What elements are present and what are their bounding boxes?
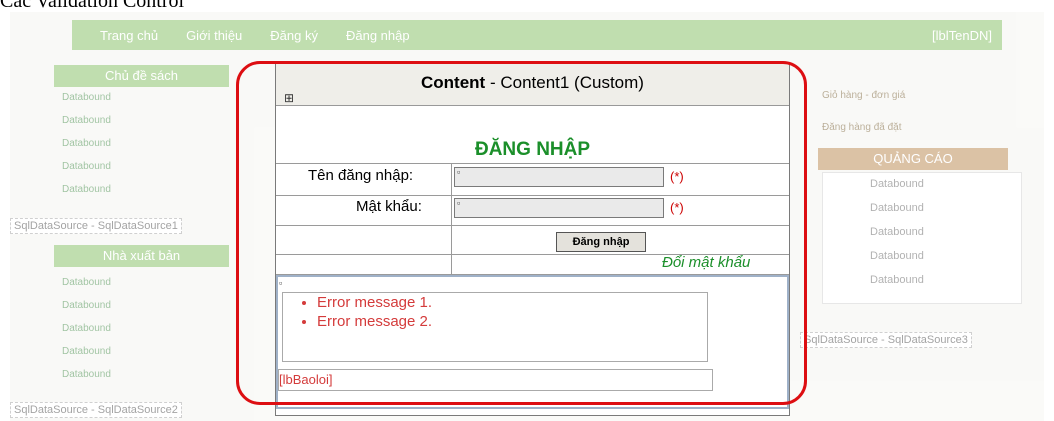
publisher-databound-5: Databound xyxy=(62,369,111,380)
publisher-box-title: Nhà xuất bản xyxy=(54,245,229,267)
publisher-databound-3: Databound xyxy=(62,323,111,334)
topic-databound-3: Databound xyxy=(62,138,111,149)
nav-item-register[interactable]: Đăng ký xyxy=(270,28,318,43)
publisher-databound-2: Databound xyxy=(62,300,111,311)
top-navigation-bar: Trang chủ Giới thiệu Đăng ký Đăng nhập [… xyxy=(72,20,1002,50)
publisher-databound-1: Databound xyxy=(62,277,111,288)
sql-datasource-1: SqlDataSource - SqlDataSource1 xyxy=(10,218,182,234)
sql-datasource-3: SqlDataSource - SqlDataSource3 xyxy=(800,332,972,348)
username-label: [lblTenDN] xyxy=(932,28,992,43)
publisher-databound-4: Databound xyxy=(62,346,111,357)
advertisement-title: QUẢNG CÁO xyxy=(818,148,1008,170)
ad-databound-4: Databound xyxy=(870,250,924,262)
topic-databound-4: Databound xyxy=(62,161,111,172)
orders-note: Đăng hàng đã đặt xyxy=(822,122,902,133)
topic-databound-2: Databound xyxy=(62,115,111,126)
highlight-frame xyxy=(236,61,807,405)
nav-item-home[interactable]: Trang chủ xyxy=(100,28,158,43)
ad-databound-1: Databound xyxy=(870,178,924,190)
ad-databound-2: Databound xyxy=(870,202,924,214)
ad-databound-5: Databound xyxy=(870,274,924,286)
topic-box-title: Chủ đề sách xyxy=(54,65,229,87)
topic-databound-1: Databound xyxy=(62,92,111,103)
topic-databound-5: Databound xyxy=(62,184,111,195)
page-caption: Các Validation Control xyxy=(0,0,185,12)
ad-databound-3: Databound xyxy=(870,226,924,238)
cart-note: Giỏ hàng - đơn giá xyxy=(822,90,906,101)
nav-item-about[interactable]: Giới thiệu xyxy=(186,28,242,43)
nav-item-login[interactable]: Đăng nhập xyxy=(346,28,410,43)
sql-datasource-2: SqlDataSource - SqlDataSource2 xyxy=(10,402,182,418)
